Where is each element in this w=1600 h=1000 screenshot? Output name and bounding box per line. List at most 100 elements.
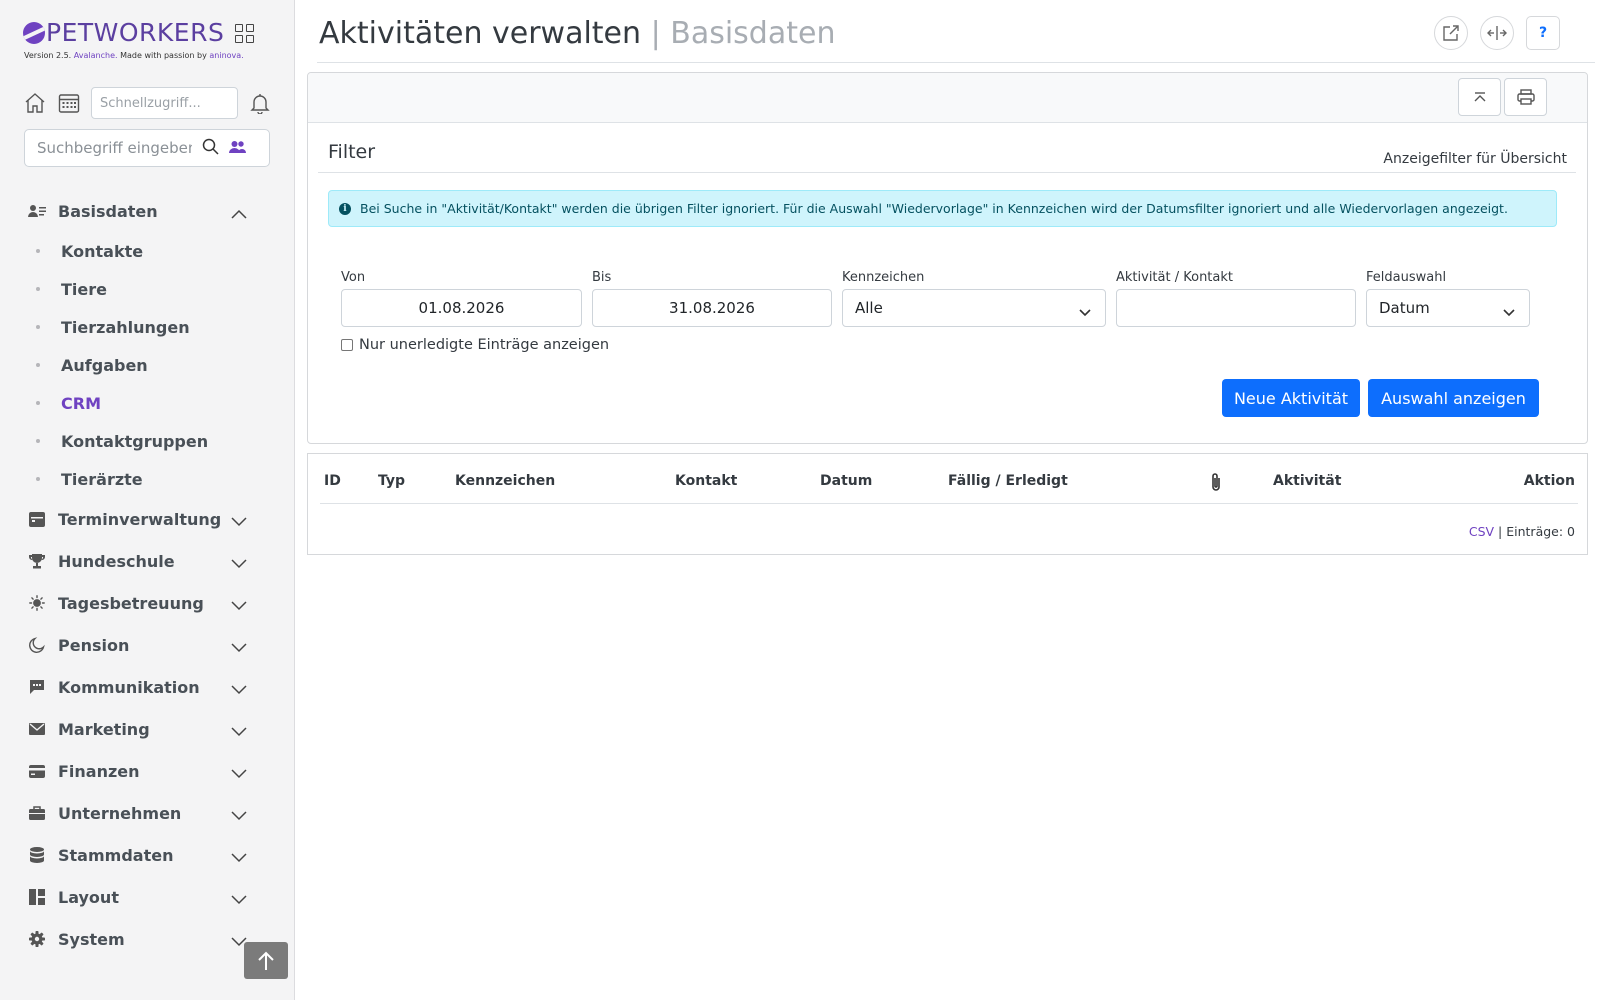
- calendar-icon: [28, 510, 46, 528]
- expand-width-button[interactable]: [1480, 16, 1514, 50]
- entries-count: | Einträge: 0: [1498, 524, 1575, 539]
- sidebar-item-terminverwaltung[interactable]: Terminverwaltung: [0, 498, 295, 540]
- sidebar-item-tagesbetreuung[interactable]: Tagesbetreuung: [0, 582, 295, 624]
- help-button[interactable]: ?: [1526, 16, 1560, 50]
- open-external-button[interactable]: [1434, 16, 1468, 50]
- sidebar-subitem-kontaktgruppen[interactable]: Kontaktgruppen: [0, 422, 295, 460]
- subitem-label: Aufgaben: [61, 355, 148, 375]
- chevron-down-icon[interactable]: [231, 596, 247, 615]
- sidebar-subitem-kontakte[interactable]: Kontakte: [0, 232, 295, 270]
- column-header-id[interactable]: ID: [324, 473, 341, 489]
- apps-grid-icon[interactable]: [235, 23, 255, 43]
- sidebar-item-layout[interactable]: Layout: [0, 876, 295, 918]
- print-button[interactable]: [1504, 78, 1547, 116]
- von-date-field[interactable]: 01.08.2026: [341, 289, 582, 327]
- sidebar-item-unternehmen[interactable]: Unternehmen: [0, 792, 295, 834]
- column-header-kontakt[interactable]: Kontakt: [675, 473, 737, 489]
- chevron-down-icon[interactable]: [231, 890, 247, 909]
- chevron-down-icon[interactable]: [231, 554, 247, 573]
- sidebar-item-hundeschule[interactable]: Hundeschule: [0, 540, 295, 582]
- chevron-down-icon: [1503, 303, 1515, 321]
- sidebar-item-kommunikation[interactable]: Kommunikation: [0, 666, 295, 708]
- sidebar-item-pension[interactable]: Pension: [0, 624, 295, 666]
- bullet-icon: [36, 287, 40, 291]
- csv-export-link[interactable]: CSV: [1469, 524, 1494, 539]
- chevron-down-icon[interactable]: [231, 680, 247, 699]
- brand-logo[interactable]: PETWORKERS: [23, 20, 255, 46]
- sidebar-item-label: System: [58, 929, 125, 949]
- sidebar-item-basisdaten[interactable]: Basisdaten: [0, 190, 295, 232]
- chevron-down-icon[interactable]: [231, 764, 247, 783]
- bell-icon[interactable]: [248, 91, 272, 115]
- subitem-label: Kontaktgruppen: [61, 431, 209, 451]
- sidebar-item-stammdaten[interactable]: Stammdaten: [0, 834, 295, 876]
- sidebar-item-label: Finanzen: [58, 761, 140, 781]
- title-divider: [317, 62, 1595, 63]
- filter-divider: [318, 172, 1576, 173]
- main-content: Aktivitäten verwalten | Basisdaten ? Fil…: [307, 0, 1600, 1000]
- kennzeichen-select[interactable]: Alle: [842, 289, 1106, 327]
- subitem-label: Tiere: [61, 279, 107, 299]
- new-activity-button[interactable]: Neue Aktivität: [1222, 379, 1360, 417]
- sidebar-subitem-aufgaben[interactable]: Aufgaben: [0, 346, 295, 384]
- briefcase-icon: [28, 804, 46, 822]
- aktivitaet-kontakt-input[interactable]: [1116, 289, 1356, 327]
- chevron-down-icon[interactable]: [231, 848, 247, 867]
- title-separator: |: [650, 16, 661, 51]
- unerledigt-checkbox[interactable]: [341, 339, 353, 351]
- chevron-down-icon[interactable]: [231, 638, 247, 657]
- sidebar-item-label: Terminverwaltung: [58, 509, 222, 529]
- collapse-button[interactable]: [1458, 78, 1501, 116]
- people-icon[interactable]: [229, 139, 246, 158]
- sidebar-item-label: Pension: [58, 635, 130, 655]
- sun-icon: [28, 594, 46, 612]
- bis-date-field[interactable]: 31.08.2026: [592, 289, 832, 327]
- sidebar-item-label: Stammdaten: [58, 845, 174, 865]
- credit-card-icon: [28, 762, 46, 780]
- column-header-aktivitaet[interactable]: Aktivität: [1273, 473, 1341, 489]
- chat-icon: [28, 678, 46, 696]
- table-header-divider: [320, 503, 1578, 504]
- feldauswahl-value: Datum: [1379, 299, 1430, 317]
- global-search[interactable]: [24, 129, 270, 167]
- home-icon[interactable]: [23, 91, 47, 115]
- chevron-up-icon[interactable]: [231, 204, 247, 223]
- gear-icon: [28, 930, 46, 948]
- help-label: ?: [1538, 25, 1548, 41]
- sidebar-subitem-tierzahlungen[interactable]: Tierzahlungen: [0, 308, 295, 346]
- unerledigt-checkbox-row[interactable]: Nur unerledigte Einträge anzeigen: [341, 337, 609, 353]
- header-actions: ?: [1434, 16, 1560, 50]
- feldauswahl-label: Feldauswahl: [1366, 270, 1447, 285]
- sidebar-item-marketing[interactable]: Marketing: [0, 708, 295, 750]
- chevron-down-icon[interactable]: [231, 512, 247, 531]
- kennzeichen-value: Alle: [855, 299, 883, 317]
- info-text: Bei Suche in "Aktivität/Kontakt" werden …: [360, 201, 1508, 216]
- version-name: Avalanche.: [73, 51, 118, 60]
- sidebar-subitem-crm[interactable]: CRM: [0, 384, 295, 422]
- calendar-grid-icon[interactable]: [57, 91, 81, 115]
- column-header-typ[interactable]: Typ: [378, 473, 405, 489]
- search-icon[interactable]: [202, 138, 219, 159]
- search-input[interactable]: [37, 139, 192, 157]
- quick-access-input[interactable]: [91, 87, 238, 119]
- subitem-label: Kontakte: [61, 241, 144, 261]
- chevron-down-icon[interactable]: [231, 722, 247, 741]
- show-selection-button[interactable]: Auswahl anzeigen: [1368, 379, 1539, 417]
- sidebar-subitem-tiere[interactable]: Tiere: [0, 270, 295, 308]
- filter-card: Filter Anzeigefilter für Übersicht i Bei…: [307, 72, 1588, 444]
- column-header-datum[interactable]: Datum: [820, 473, 872, 489]
- column-header-kennzeichen[interactable]: Kennzeichen: [455, 473, 555, 489]
- bullet-icon: [36, 439, 40, 443]
- quick-access-bar: [23, 87, 272, 119]
- sidebar-subitem-tieraerzte[interactable]: Tierärzte: [0, 460, 295, 498]
- sidebar-item-label: Basisdaten: [58, 201, 158, 221]
- scroll-to-top-button[interactable]: [244, 942, 288, 979]
- chevron-down-icon[interactable]: [231, 806, 247, 825]
- column-header-faellig[interactable]: Fällig / Erledigt: [948, 473, 1068, 489]
- feldauswahl-select[interactable]: Datum: [1366, 289, 1530, 327]
- sidebar-item-finanzen[interactable]: Finanzen: [0, 750, 295, 792]
- bullet-icon: [36, 325, 40, 329]
- chevron-down-icon: [1079, 303, 1091, 321]
- page-title-sub: Basisdaten: [670, 16, 836, 51]
- database-icon: [28, 846, 46, 864]
